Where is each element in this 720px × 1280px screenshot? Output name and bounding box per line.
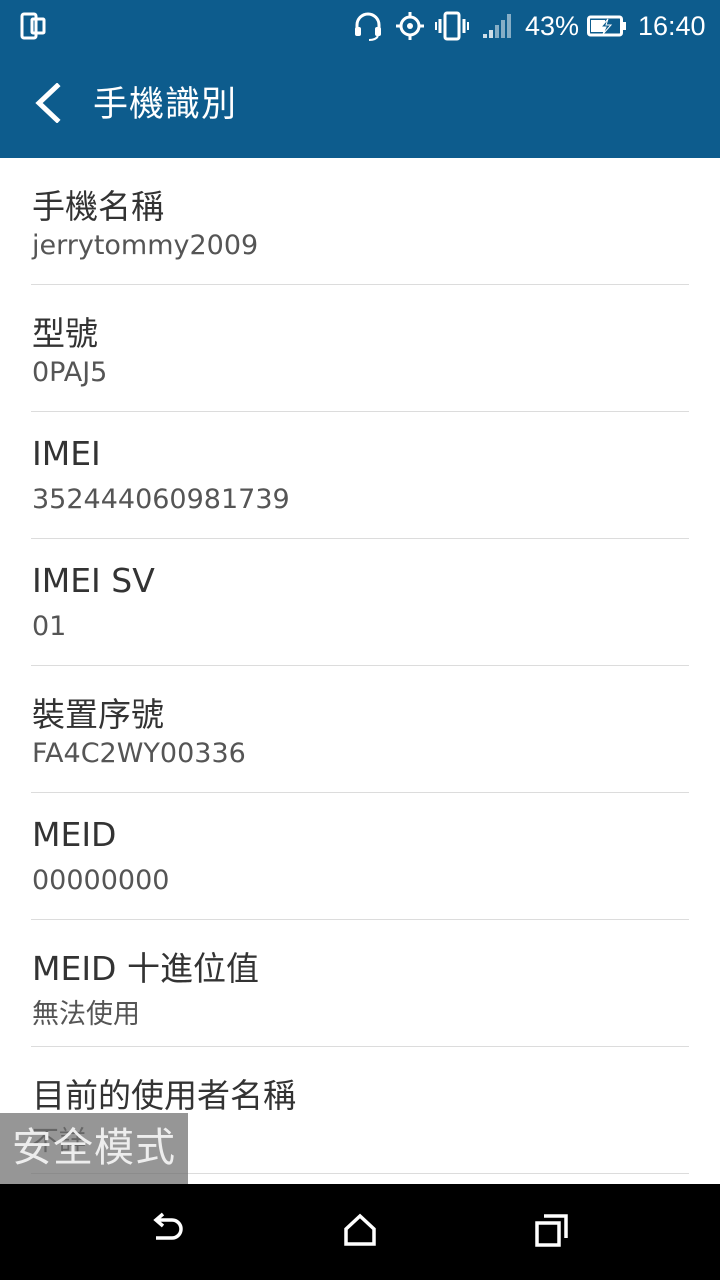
item-value: 無法使用: [32, 999, 140, 1030]
status-bar: 43% 16:40: [0, 0, 720, 52]
back-icon: [148, 1212, 188, 1252]
nav-home-button[interactable]: [320, 1202, 400, 1262]
app-bar: 手機識別: [0, 52, 720, 158]
nav-recents-button[interactable]: [512, 1202, 592, 1262]
headset-icon: [352, 0, 384, 52]
item-label: IMEI: [32, 434, 101, 473]
item-label: 目前的使用者名稱: [32, 1076, 296, 1115]
battery-charging-icon: [587, 0, 627, 52]
navigation-bar: [0, 1184, 720, 1280]
vibrate-icon: [435, 0, 469, 52]
item-label: MEID 十進位值: [32, 949, 259, 988]
location-icon: [394, 0, 426, 52]
signal-icon: [482, 0, 516, 52]
item-value: FA4C2WY00336: [32, 738, 246, 769]
page-title: 手機識別: [93, 85, 238, 125]
recents-icon: [533, 1212, 571, 1252]
safe-mode-badge: 安全模式: [0, 1113, 188, 1184]
item-value: 0PAJ5: [32, 357, 108, 388]
identity-list: 手機名稱 jerrytommy2009 型號 0PAJ5 IMEI 352444…: [0, 158, 720, 1184]
clock: 16:40: [638, 10, 706, 41]
item-label: MEID: [32, 815, 117, 854]
battery-percent: 43%: [525, 10, 580, 41]
item-label: 裝置序號: [32, 695, 164, 734]
home-icon: [342, 1212, 378, 1252]
back-button[interactable]: [20, 77, 76, 133]
list-item-serial: 裝置序號 FA4C2WY00336: [31, 666, 689, 793]
item-label: 型號: [32, 314, 98, 353]
list-item-meid: MEID 00000000: [31, 793, 689, 920]
item-value: 352444060981739: [32, 484, 290, 515]
list-item-imei: IMEI 352444060981739: [31, 412, 689, 539]
item-label: IMEI SV: [32, 561, 155, 600]
back-arrow-icon: [33, 82, 63, 127]
item-value: jerrytommy2009: [32, 230, 259, 261]
list-item-imei-sv: IMEI SV 01: [31, 539, 689, 666]
list-item-phone-name: 手機名稱 jerrytommy2009: [31, 158, 689, 285]
device-icon: [20, 0, 48, 52]
nav-back-button[interactable]: [128, 1202, 208, 1262]
item-value: 01: [32, 611, 67, 642]
list-item-model: 型號 0PAJ5: [31, 285, 689, 412]
item-label: 手機名稱: [32, 187, 164, 226]
list-item-meid-decimal: MEID 十進位值 無法使用: [31, 920, 689, 1047]
item-value: 00000000: [32, 865, 170, 896]
